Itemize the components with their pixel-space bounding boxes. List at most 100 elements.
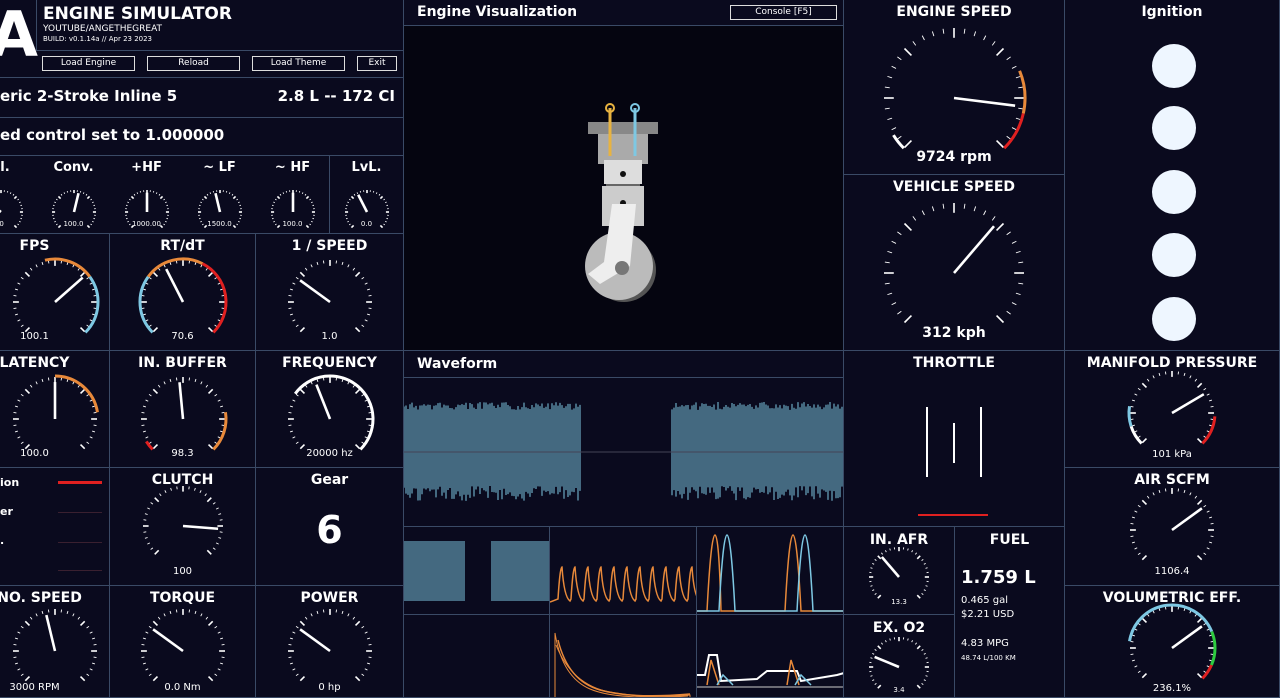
throttle-panel: THROTTLE	[844, 351, 1065, 527]
air-scfm-dial-needle	[1171, 507, 1203, 532]
small-gauge-label: +HF	[131, 160, 162, 175]
clutch-dial-needle	[182, 524, 219, 531]
ex-o2-dial	[869, 637, 929, 689]
exit-button[interactable]: Exit	[357, 56, 397, 71]
vehicle-speed-dial-needle	[953, 225, 995, 274]
small-gauge-value: 1000.00	[132, 220, 161, 228]
small-gauge-panel: ~ HF 100.0	[256, 156, 330, 234]
valve-lift-curves	[697, 534, 843, 612]
gauge-value: 0.0 Nm	[164, 682, 201, 693]
engine-speed-panel: ENGINE SPEED 9724 rpm	[844, 0, 1065, 175]
fuel-mpg: 4.83 MPG	[961, 638, 1009, 649]
gauge-value: 1.0	[321, 331, 338, 342]
small-gauge-value: 100.0	[63, 220, 84, 228]
pv-diagram	[554, 632, 691, 697]
manifold-pressure-dial-needle	[1171, 393, 1205, 415]
visualization-title: Engine Visualization	[417, 4, 578, 20]
volumetric-eff-dial	[1128, 603, 1217, 680]
gauge-label: FPS	[19, 238, 50, 254]
gauge-label: RT/dT	[160, 238, 205, 254]
small-gauge-label: LvL.	[351, 160, 382, 175]
throttle-bar-left	[926, 407, 928, 477]
engine-cylinder-drawing	[585, 103, 658, 302]
gauge-dial-needle	[152, 628, 184, 653]
gauge-dial-needle	[178, 381, 185, 419]
waveform-plot	[404, 402, 843, 501]
gauge-dial-needle	[299, 628, 331, 653]
in-afr-dial	[869, 547, 929, 599]
engine-name-panel: eric 2-Stroke Inline 5 2.8 L -- 172 CI	[0, 78, 404, 118]
ex-o2-panel: EX. O2 3.4	[844, 615, 955, 698]
waveform-title: Waveform	[417, 356, 498, 372]
clutch-dial	[143, 486, 223, 555]
gauge-value: 3000 RPM	[9, 682, 60, 693]
gauge-dial-needle	[315, 384, 332, 420]
gear-value: 6	[316, 508, 343, 552]
small-gauge-panel: ol. .0	[0, 156, 38, 234]
gauge-panel: IN. BUFFER 98.3	[110, 351, 256, 468]
gauge-value: 98.3	[171, 448, 194, 459]
ignition-cylinder-5	[1152, 297, 1196, 341]
small-gauge-value: 100.0	[282, 220, 303, 228]
fuel-panel: FUEL 1.759 L 0.465 gal $2.21 USD 4.83 MP…	[955, 527, 1065, 698]
logo: A	[0, 0, 38, 70]
gauge-panel: 1 / SPEED 1.0	[256, 234, 404, 351]
small-gauge-dial-needle	[72, 192, 80, 213]
gauge-panel: POWER 0 hp	[256, 586, 404, 698]
engine-visualization-panel: Engine Visualization Console [F5]	[404, 0, 844, 351]
small-gauge-dial-needle	[357, 194, 369, 213]
clutch-panel: CLUTCH 100	[110, 468, 256, 586]
in-afr-panel: IN. AFR 13.3	[844, 527, 955, 615]
gauge-label: 1 / SPEED	[291, 238, 368, 254]
manifold-pressure-dial	[1127, 371, 1217, 445]
small-gauge-label: ol.	[0, 160, 10, 175]
load-engine-button[interactable]: Load Engine	[42, 56, 135, 71]
small-gauge-panel: Conv. 100.0	[37, 156, 111, 234]
engine-speed-label: ENGINE SPEED	[896, 4, 1012, 20]
ex-o2-dial-needle	[874, 655, 900, 669]
air-scfm-dial	[1130, 488, 1214, 561]
gear-panel: Gear 6	[256, 468, 404, 586]
reload-button[interactable]: Reload	[147, 56, 240, 71]
fuel-liters: 1.759 L	[961, 567, 1036, 588]
partial-list-panel: ion er .	[0, 468, 110, 586]
gear-label: Gear	[310, 472, 349, 488]
vehicle-speed-panel: VEHICLE SPEED 312 kph	[844, 175, 1065, 351]
pressure-plot	[550, 527, 697, 615]
console-button[interactable]: Console [F5]	[730, 5, 837, 20]
gauge-dial-needle	[54, 276, 84, 303]
volumetric-eff-panel: VOLUMETRIC EFF. 236.1%	[1065, 586, 1280, 698]
intake-exhaust-plot	[697, 615, 844, 698]
fuel-l100: 48.74 L/100 KM	[961, 654, 1016, 662]
flow-curves	[697, 654, 843, 688]
manifold-pressure-panel: MANIFOLD PRESSURE 101 kPa	[1065, 351, 1280, 468]
engine-name: eric 2-Stroke Inline 5	[0, 87, 178, 105]
gauge-value: 100.0	[20, 448, 49, 459]
gauge-panel: LATENCY 100.0	[0, 351, 110, 468]
in-afr-dial-needle	[880, 556, 900, 578]
throttle-indicator	[918, 514, 988, 516]
air-scfm-panel: AIR SCFM 1106.4	[1065, 468, 1280, 586]
channel-label: YOUTUBE/ANGETHEGREAT	[43, 24, 163, 34]
engine-speed-dial-needle	[953, 96, 1016, 108]
vehicle-speed-label: VEHICLE SPEED	[892, 179, 1016, 195]
small-gauge-dial-needle	[0, 209, 2, 214]
app-title: ENGINE SIMULATOR	[43, 4, 232, 24]
wave-plot-small	[404, 527, 550, 615]
waveform-panel: Waveform	[404, 351, 844, 527]
gauge-label: FREQUENCY	[282, 355, 377, 371]
small-gauge-panel: LvL. 0.0	[330, 156, 404, 234]
list-label-2: er	[0, 505, 13, 518]
fuel-cost: $2.21 USD	[961, 609, 1015, 620]
gauge-dial-needle	[165, 268, 185, 303]
small-gauge-label: ~ LF	[203, 160, 236, 175]
load-theme-button[interactable]: Load Theme	[252, 56, 345, 71]
status-panel: ed control set to 1.000000	[0, 118, 404, 156]
gauge-panel: YNO. SPEED3000 RPM	[0, 586, 110, 698]
ignition-cylinder-1	[1152, 44, 1196, 88]
gauge-value: 70.6	[171, 331, 194, 342]
list-label-3: .	[0, 534, 5, 547]
gauge-panel: TORQUE 0.0 Nm	[110, 586, 256, 698]
throttle-bar-right	[980, 407, 982, 477]
engine-displacement: 2.8 L -- 172 CI	[277, 87, 395, 105]
